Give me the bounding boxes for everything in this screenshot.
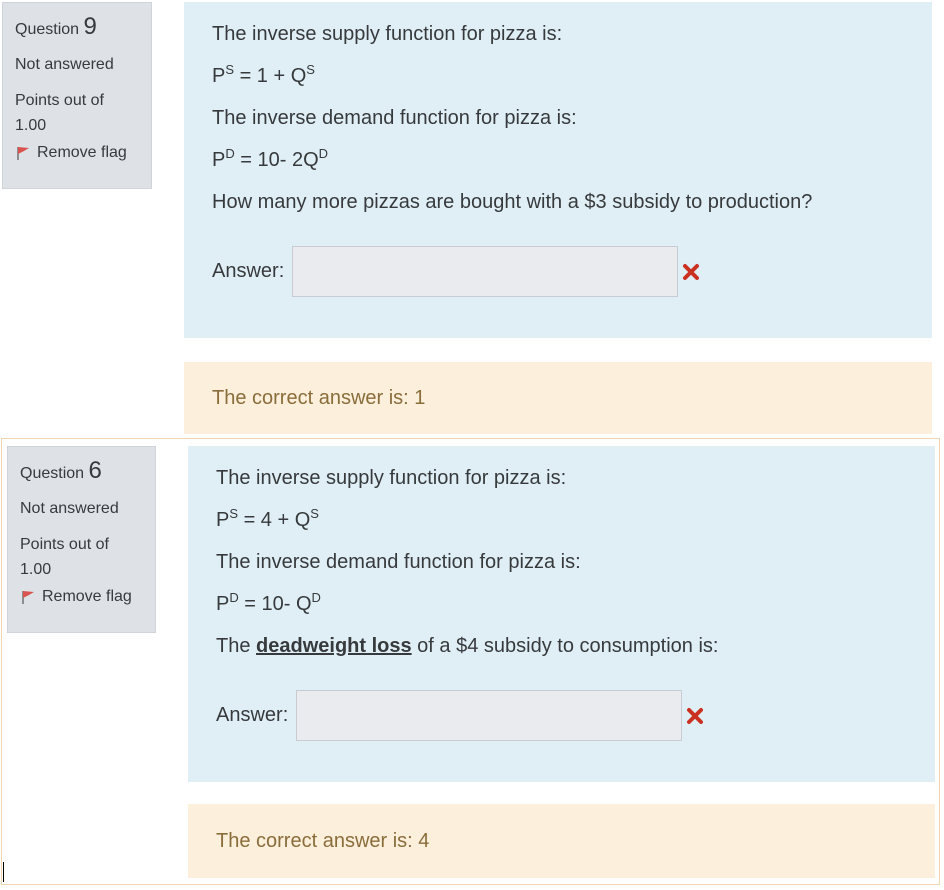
incorrect-x-icon: [687, 707, 704, 724]
flag-icon: [22, 591, 34, 604]
answer-row: Answer:: [216, 690, 907, 741]
answer-input[interactable]: [296, 690, 683, 741]
question-number-value: 9: [83, 13, 97, 40]
supply-equation: PS = 4 + QS: [216, 506, 319, 531]
answer-label: Answer:: [216, 704, 289, 726]
text-cursor: [3, 862, 4, 882]
demand-intro: The inverse demand function for pizza is…: [212, 107, 577, 129]
supply-equation: PS = 1 + QS: [212, 62, 315, 87]
remove-flag-label: Remove flag: [37, 144, 127, 161]
question-6: Question 6 Not answered Points out of 1.…: [1, 438, 940, 885]
question-number-value: 6: [88, 457, 102, 484]
question-label: Question: [20, 465, 85, 482]
correct-answer-feedback: The correct answer is: 1: [184, 362, 932, 434]
remove-flag-button[interactable]: Remove flag: [20, 588, 143, 606]
remove-flag-button[interactable]: Remove flag: [15, 144, 139, 162]
incorrect-x-icon: [683, 263, 700, 280]
demand-equation: PD = 10- 2QD: [212, 146, 329, 171]
supply-intro: The inverse supply function for pizza is…: [216, 467, 567, 489]
question-points: Points out of 1.00: [20, 532, 143, 582]
answer-label: Answer:: [212, 260, 285, 282]
question-info: Question 6 Not answered Points out of 1.…: [7, 446, 156, 633]
answer-row: Answer:: [212, 246, 904, 297]
demand-equation: PD = 10- QD: [216, 590, 321, 615]
question-info: Question 9 Not answered Points out of 1.…: [2, 2, 152, 189]
question-number: Question 6: [20, 457, 143, 485]
question-label: Question: [15, 21, 80, 38]
remove-flag-label: Remove flag: [42, 588, 132, 605]
supply-intro: The inverse supply function for pizza is…: [212, 23, 563, 45]
answer-input[interactable]: [292, 246, 679, 297]
question-content: The inverse supply function for pizza is…: [188, 446, 935, 782]
flag-icon: [17, 147, 29, 160]
points-label: Points out of: [20, 536, 109, 553]
question-status: Not answered: [15, 56, 114, 73]
question-prompt: The deadweight loss of a $4 subsidy to c…: [216, 635, 719, 657]
deadweight-loss-term: deadweight loss: [256, 635, 412, 657]
points-value: 1.00: [15, 117, 47, 134]
question-content: The inverse supply function for pizza is…: [184, 2, 932, 338]
question-number: Question 9: [15, 13, 139, 41]
question-prompt: How many more pizzas are bought with a $…: [212, 191, 813, 213]
demand-intro: The inverse demand function for pizza is…: [216, 551, 581, 573]
correct-answer-feedback: The correct answer is: 4: [188, 804, 935, 878]
points-label: Points out of: [15, 92, 104, 109]
question-points: Points out of 1.00: [15, 88, 139, 138]
points-value: 1.00: [20, 561, 52, 578]
question-status: Not answered: [20, 500, 119, 517]
